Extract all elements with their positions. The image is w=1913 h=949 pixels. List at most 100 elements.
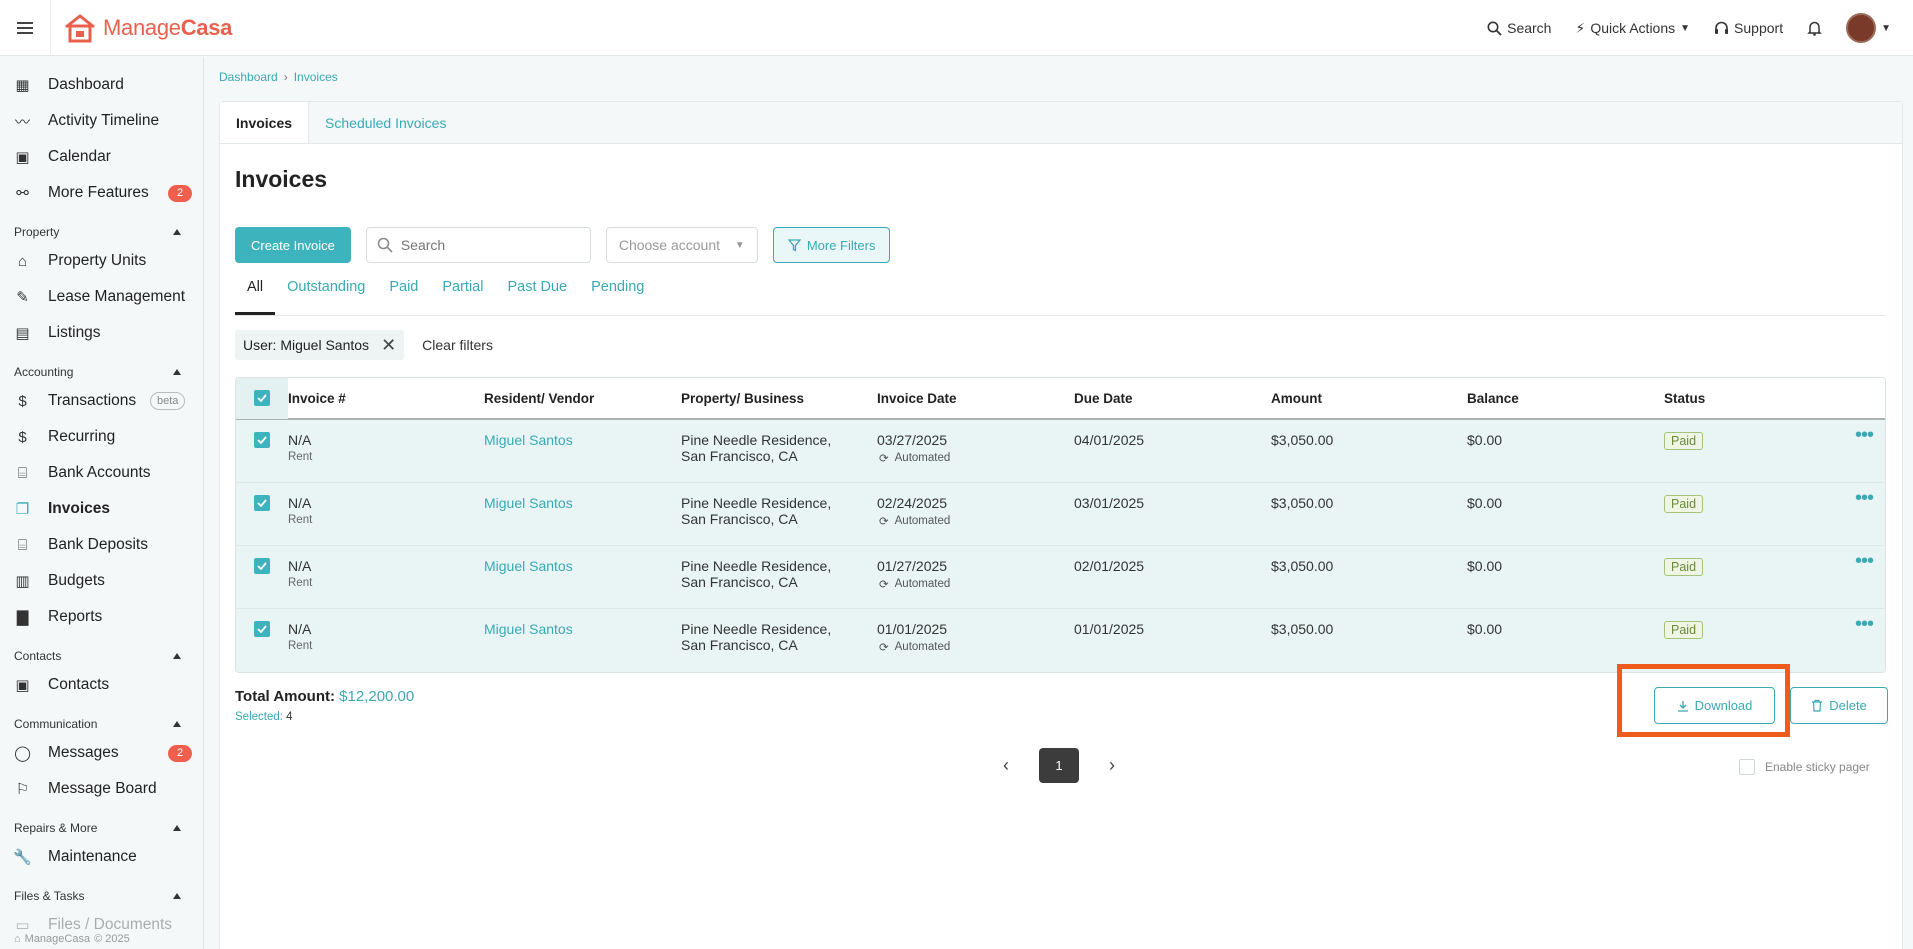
search-link[interactable]: Search bbox=[1487, 20, 1551, 36]
sidebar-item-reports[interactable]: ▇ Reports bbox=[0, 599, 203, 635]
collapse-icon bbox=[173, 369, 181, 375]
property-name: Pine Needle Residence, bbox=[681, 495, 832, 511]
clear-filters-link[interactable]: Clear filters bbox=[422, 337, 493, 353]
sidebar-item-bank-deposits[interactable]: ⌸ Bank Deposits bbox=[0, 527, 203, 563]
listing-icon: ▤ bbox=[15, 325, 30, 342]
table-row[interactable]: N/A Rent Miguel Santos Pine Needle Reside… bbox=[236, 609, 1885, 672]
resident-link[interactable]: Miguel Santos bbox=[484, 495, 681, 511]
sidebar-item-recurring[interactable]: $ Recurring bbox=[0, 419, 203, 455]
filter-tab-outstanding[interactable]: Outstanding bbox=[275, 279, 377, 315]
filter-tab-paid[interactable]: Paid bbox=[377, 279, 430, 315]
create-invoice-button[interactable]: Create Invoice bbox=[235, 227, 351, 263]
status-badge: Paid bbox=[1664, 558, 1704, 576]
column-header-invoice-date[interactable]: Invoice Date bbox=[877, 391, 1074, 406]
row-checkbox[interactable] bbox=[254, 621, 270, 637]
page-1-button[interactable]: 1 bbox=[1039, 748, 1079, 783]
section-repairs[interactable]: Repairs & More bbox=[0, 807, 203, 839]
breadcrumb-invoices[interactable]: Invoices bbox=[294, 70, 338, 84]
table-row[interactable]: N/A Rent Miguel Santos Pine Needle Reside… bbox=[236, 483, 1885, 546]
select-all-checkbox[interactable] bbox=[254, 390, 270, 406]
filter-icon bbox=[787, 238, 801, 252]
delete-button[interactable]: Delete bbox=[1790, 687, 1888, 724]
column-header-invoice[interactable]: Invoice # bbox=[288, 391, 484, 406]
download-button[interactable]: Download bbox=[1654, 687, 1775, 724]
sidebar-item-bank-accounts[interactable]: ⌸ Bank Accounts bbox=[0, 455, 203, 491]
trash-icon bbox=[1812, 699, 1823, 712]
sidebar-item-listings[interactable]: ▤ Listings bbox=[0, 315, 203, 351]
more-options-icon[interactable]: ••• bbox=[1855, 425, 1874, 445]
account-select[interactable]: Choose account ▼ bbox=[605, 227, 758, 263]
sticky-pager-checkbox[interactable] bbox=[1739, 759, 1755, 775]
sidebar-item-dashboard[interactable]: ▦ Dashboard bbox=[0, 67, 203, 103]
breadcrumb-dashboard[interactable]: Dashboard bbox=[219, 70, 278, 84]
invoice-icon: ❐ bbox=[15, 501, 30, 518]
resident-link[interactable]: Miguel Santos bbox=[484, 432, 681, 448]
section-property[interactable]: Property bbox=[0, 211, 203, 243]
sidebar-item-message-board[interactable]: ⚐ Message Board bbox=[0, 771, 203, 807]
sidebar-item-messages[interactable]: ◯ Messages 2 bbox=[0, 735, 203, 771]
calendar-icon: ▣ bbox=[15, 149, 30, 166]
column-header-property[interactable]: Property/ Business bbox=[681, 391, 877, 406]
sidebar-footer: ⌂ ManageCasa © 2025 bbox=[14, 933, 130, 945]
notification-badge: 2 bbox=[168, 184, 192, 202]
due-date: 04/01/2025 bbox=[1074, 432, 1145, 448]
filter-tab-all[interactable]: All bbox=[235, 279, 276, 315]
more-options-icon[interactable]: ••• bbox=[1855, 551, 1874, 571]
filter-tab-pending[interactable]: Pending bbox=[579, 279, 656, 315]
brand-logo[interactable]: ManageCasa bbox=[50, 0, 232, 56]
table-row[interactable]: N/A Rent Miguel Santos Pine Needle Reside… bbox=[236, 420, 1885, 483]
sidebar-item-more-features[interactable]: ⚯ More Features 2 bbox=[0, 175, 203, 211]
sidebar-item-maintenance[interactable]: 🔧 Maintenance bbox=[0, 839, 203, 875]
more-options-icon[interactable]: ••• bbox=[1855, 614, 1874, 634]
section-accounting[interactable]: Accounting bbox=[0, 351, 203, 383]
house-logo-icon: ⌂ bbox=[14, 933, 21, 945]
column-header-amount[interactable]: Amount bbox=[1271, 391, 1467, 406]
sidebar-item-property-units[interactable]: ⌂ Property Units bbox=[0, 243, 203, 279]
more-filters-button[interactable]: More Filters bbox=[772, 227, 891, 263]
sticky-pager-toggle[interactable]: Enable sticky pager bbox=[1739, 759, 1870, 775]
tab-scheduled-invoices[interactable]: Scheduled Invoices bbox=[309, 102, 462, 143]
close-icon[interactable]: ✕ bbox=[381, 335, 396, 356]
column-header-due-date[interactable]: Due Date bbox=[1074, 391, 1271, 406]
search-input[interactable] bbox=[400, 237, 571, 253]
sidebar-item-transactions[interactable]: $ Transactions beta bbox=[0, 383, 203, 419]
invoice-date: 01/01/2025 bbox=[877, 621, 948, 637]
collapse-icon bbox=[173, 825, 181, 831]
pulse-icon: 〰 bbox=[14, 113, 30, 131]
sidebar-item-budgets[interactable]: ▥ Budgets bbox=[0, 563, 203, 599]
row-checkbox[interactable] bbox=[254, 558, 270, 574]
row-checkbox[interactable] bbox=[254, 432, 270, 448]
filter-tab-past-due[interactable]: Past Due bbox=[495, 279, 579, 315]
chart-icon: ▇ bbox=[16, 609, 29, 626]
sidebar-item-invoices[interactable]: ❐ Invoices bbox=[0, 491, 203, 527]
sidebar-item-contacts[interactable]: ▣ Contacts bbox=[0, 667, 203, 703]
chevron-left-icon[interactable]: ‹ bbox=[1003, 755, 1009, 776]
section-files-tasks[interactable]: Files & Tasks bbox=[0, 875, 203, 907]
section-contacts[interactable]: Contacts bbox=[0, 635, 203, 667]
resident-link[interactable]: Miguel Santos bbox=[484, 558, 681, 574]
sidebar-item-activity-timeline[interactable]: 〰 Activity Timeline bbox=[0, 103, 203, 139]
user-menu[interactable]: ▼ bbox=[1846, 13, 1891, 43]
sidebar-item-lease-management[interactable]: ✎ Lease Management bbox=[0, 279, 203, 315]
resident-link[interactable]: Miguel Santos bbox=[484, 621, 681, 637]
tab-invoices[interactable]: Invoices bbox=[220, 102, 310, 143]
chevron-right-icon[interactable]: › bbox=[1109, 755, 1115, 776]
section-communication[interactable]: Communication bbox=[0, 703, 203, 735]
quick-actions-menu[interactable]: ⚡ Quick Actions ▼ bbox=[1575, 20, 1690, 37]
menu-icon[interactable] bbox=[0, 0, 50, 56]
sidebar-item-calendar[interactable]: ▣ Calendar bbox=[0, 139, 203, 175]
notifications-button[interactable] bbox=[1807, 20, 1822, 36]
automated-label: Automated bbox=[894, 641, 951, 653]
column-header-status[interactable]: Status bbox=[1664, 391, 1814, 406]
support-link[interactable]: Support bbox=[1714, 20, 1783, 36]
balance: $0.00 bbox=[1467, 621, 1503, 637]
table-row[interactable]: N/A Rent Miguel Santos Pine Needle Reside… bbox=[236, 546, 1885, 609]
table-header: Invoice # Resident/ Vendor Property/ Bus… bbox=[236, 378, 1885, 420]
column-header-resident[interactable]: Resident/ Vendor bbox=[484, 391, 681, 406]
headset-icon bbox=[1715, 21, 1729, 34]
column-header-balance[interactable]: Balance bbox=[1467, 391, 1664, 406]
row-checkbox[interactable] bbox=[254, 495, 270, 511]
filter-tab-partial[interactable]: Partial bbox=[430, 279, 495, 315]
status-filter-tabs: All Outstanding Paid Partial Past Due Pe… bbox=[235, 279, 1885, 316]
more-options-icon[interactable]: ••• bbox=[1855, 488, 1874, 508]
